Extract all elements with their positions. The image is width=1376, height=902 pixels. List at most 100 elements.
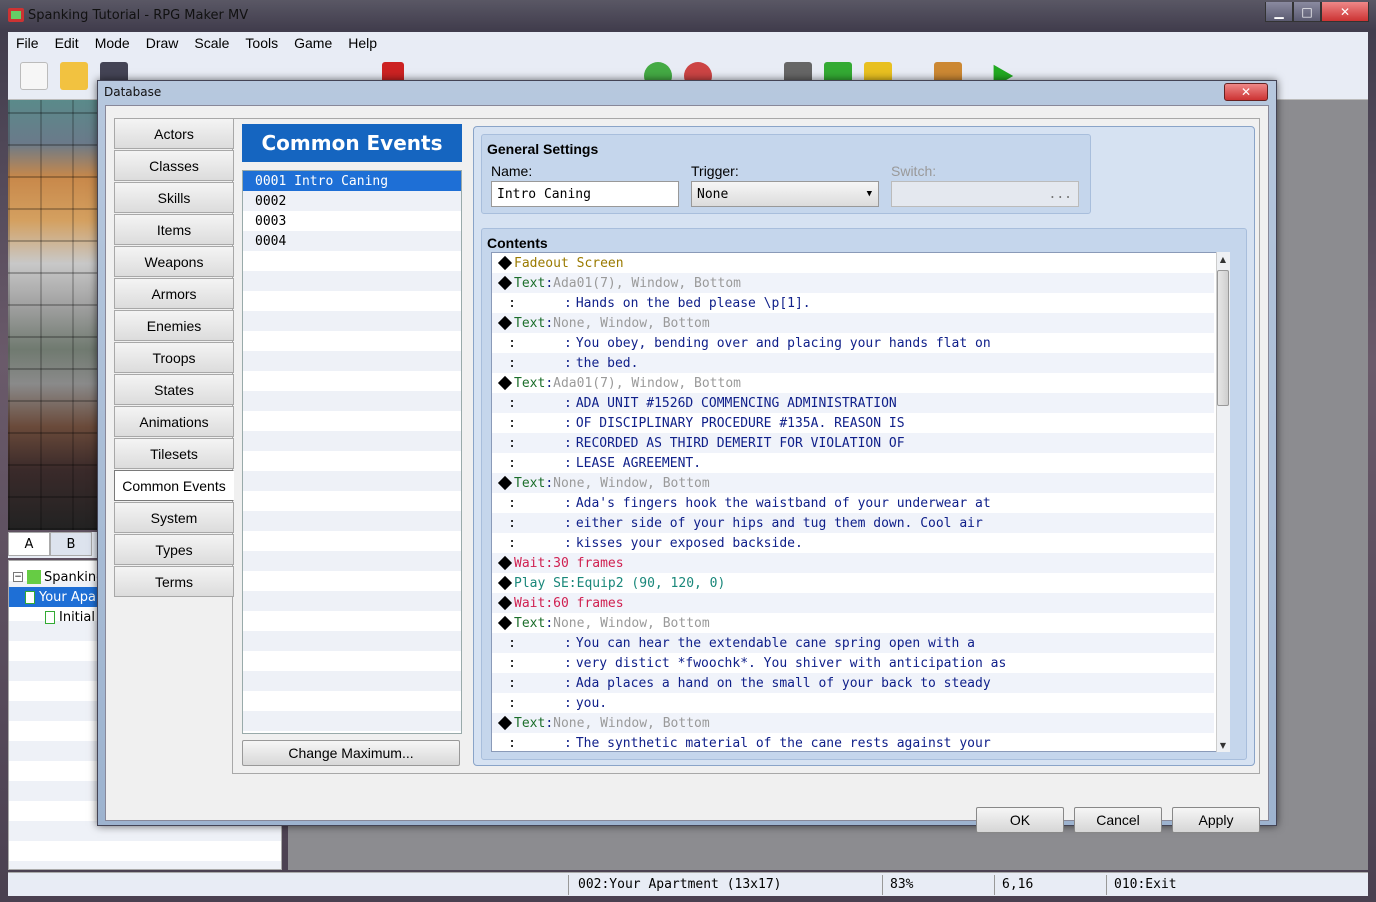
divider	[994, 875, 995, 895]
command-bullet-icon	[497, 315, 513, 331]
event-command-line[interactable]: :: very distict *fwoochk*. You shiver wit…	[492, 653, 1214, 673]
tab-b[interactable]: B	[50, 532, 92, 556]
command-name: Play SE	[514, 575, 569, 591]
event-command-line[interactable]: :: the bed.	[492, 353, 1214, 373]
separator: :	[564, 495, 572, 511]
collapse-icon[interactable]: −	[13, 572, 23, 582]
category-common-events[interactable]: Common Events	[114, 470, 234, 501]
apply-button[interactable]: Apply	[1172, 807, 1260, 833]
event-command-line[interactable]: Text : None, Window, Bottom	[492, 313, 1214, 333]
category-armors[interactable]: Armors	[114, 278, 234, 309]
menu-file[interactable]: File	[8, 35, 47, 51]
dialog-close-button[interactable]: ✕	[1224, 83, 1268, 101]
category-system[interactable]: System	[114, 502, 234, 533]
event-command-line[interactable]: :: You obey, bending over and placing you…	[492, 333, 1214, 353]
event-command-line[interactable]: :: LEASE AGREEMENT.	[492, 453, 1214, 473]
event-command-line[interactable]: :: Ada places a hand on the small of your…	[492, 673, 1214, 693]
cancel-button[interactable]: Cancel	[1074, 807, 1162, 833]
divider	[1106, 875, 1107, 895]
category-states[interactable]: States	[114, 374, 234, 405]
category-list: Actors Classes Skills Items Weapons Armors Ene…	[114, 118, 234, 598]
menu-tools[interactable]: Tools	[237, 35, 286, 51]
menu-draw[interactable]: Draw	[138, 35, 187, 51]
event-contents-list[interactable]: Fadeout Screen Text : Ada01(7), Window, B…	[491, 252, 1230, 752]
category-troops[interactable]: Troops	[114, 342, 234, 373]
category-weapons[interactable]: Weapons	[114, 246, 234, 277]
tile-palette[interactable]	[8, 100, 100, 530]
event-command-line[interactable]: :: ADA UNIT #1526D COMMENCING ADMINISTRAT…	[492, 393, 1214, 413]
event-command-line[interactable]: :: OF DISCIPLINARY PROCEDURE #135A. REASO…	[492, 413, 1214, 433]
list-item[interactable]: 0003	[243, 211, 461, 231]
minimize-button[interactable]: ▁	[1265, 2, 1293, 22]
continuation-marker: :	[508, 355, 516, 371]
event-command-line[interactable]: :: The synthetic material of the cane res…	[492, 733, 1214, 751]
event-command-line[interactable]: :: either side of your hips and tug them …	[492, 513, 1214, 533]
category-animations[interactable]: Animations	[114, 406, 234, 437]
new-project-icon[interactable]	[20, 62, 48, 90]
menu-game[interactable]: Game	[286, 35, 340, 51]
scrollbar-thumb[interactable]	[1217, 270, 1229, 406]
event-command-line[interactable]: Wait : 60 frames	[492, 593, 1214, 613]
category-classes[interactable]: Classes	[114, 150, 234, 181]
category-tilesets[interactable]: Tilesets	[114, 438, 234, 469]
event-command-line[interactable]: :: you.	[492, 693, 1214, 713]
continuation-marker: :	[508, 735, 516, 751]
event-command-line[interactable]: :: You can hear the extendable cane sprin…	[492, 633, 1214, 653]
trigger-select[interactable]: None ▼	[691, 181, 879, 207]
separator: :	[564, 355, 572, 371]
event-command-line[interactable]: Text : Ada01(7), Window, Bottom	[492, 273, 1214, 293]
divider	[882, 875, 883, 895]
name-label: Name:	[491, 163, 533, 179]
separator: :	[568, 575, 577, 591]
tree-item-submap[interactable]: Initial	[45, 607, 95, 627]
change-maximum-button[interactable]: Change Maximum...	[242, 740, 460, 766]
event-command-line[interactable]: :: kisses your exposed backside.	[492, 533, 1214, 553]
menu-edit[interactable]: Edit	[47, 35, 87, 51]
separator: :	[545, 275, 554, 291]
name-input[interactable]: Intro Caning	[491, 181, 679, 207]
command-args: None, Window, Bottom	[553, 315, 710, 331]
event-command-line[interactable]: Text : None, Window, Bottom	[492, 713, 1214, 733]
category-actors[interactable]: Actors	[114, 118, 234, 149]
command-name: Fadeout Screen	[514, 255, 624, 271]
switch-label: Switch:	[891, 163, 937, 179]
separator: :	[564, 535, 572, 551]
list-item[interactable]: 0004	[243, 231, 461, 251]
scroll-up-icon[interactable]: ▲	[1217, 253, 1229, 265]
common-events-list[interactable]: 0001 Intro Caning 0002 0003 0004	[242, 170, 462, 734]
ok-button[interactable]: OK	[976, 807, 1064, 833]
close-button[interactable]: ✕	[1321, 2, 1369, 22]
maximize-button[interactable]: □	[1293, 2, 1321, 22]
category-enemies[interactable]: Enemies	[114, 310, 234, 341]
continuation-marker: :	[508, 335, 516, 351]
list-item[interactable]: 0002	[243, 191, 461, 211]
tab-a[interactable]: A	[8, 532, 50, 556]
list-header: Common Events	[242, 124, 462, 162]
command-args: None, Window, Bottom	[553, 615, 710, 631]
message-text: you.	[575, 695, 608, 711]
event-command-line[interactable]: Text : None, Window, Bottom	[492, 473, 1214, 493]
message-text: either side of your hips and tug them do…	[575, 515, 983, 531]
event-command-line[interactable]: Wait : 30 frames	[492, 553, 1214, 573]
scroll-down-icon[interactable]: ▼	[1217, 739, 1229, 751]
message-text: Ada places a hand on the small of your b…	[575, 675, 991, 691]
event-command-line[interactable]: Fadeout Screen	[492, 253, 1214, 273]
event-command-line[interactable]: Text : None, Window, Bottom	[492, 613, 1214, 633]
menu-scale[interactable]: Scale	[186, 35, 237, 51]
event-command-line[interactable]: :: RECORDED AS THIRD DEMERIT FOR VIOLATIO…	[492, 433, 1214, 453]
category-items[interactable]: Items	[114, 214, 234, 245]
event-command-line[interactable]: Play SE : Equip2 (90, 120, 0)	[492, 573, 1214, 593]
event-command-line[interactable]: Text : Ada01(7), Window, Bottom	[492, 373, 1214, 393]
category-types[interactable]: Types	[114, 534, 234, 565]
event-command-line[interactable]: :: Ada's fingers hook the waistband of yo…	[492, 493, 1214, 513]
open-project-icon[interactable]	[60, 62, 88, 90]
menu-mode[interactable]: Mode	[87, 35, 138, 51]
status-coords: 6,16	[1002, 877, 1034, 892]
list-item[interactable]: 0001 Intro Caning	[243, 171, 461, 191]
message-text: Hands on the bed please \p[1].	[575, 295, 811, 311]
menu-help[interactable]: Help	[340, 35, 385, 51]
category-skills[interactable]: Skills	[114, 182, 234, 213]
event-command-line[interactable]: :: Hands on the bed please \p[1].	[492, 293, 1214, 313]
category-terms[interactable]: Terms	[114, 566, 234, 597]
separator: :	[545, 555, 554, 571]
